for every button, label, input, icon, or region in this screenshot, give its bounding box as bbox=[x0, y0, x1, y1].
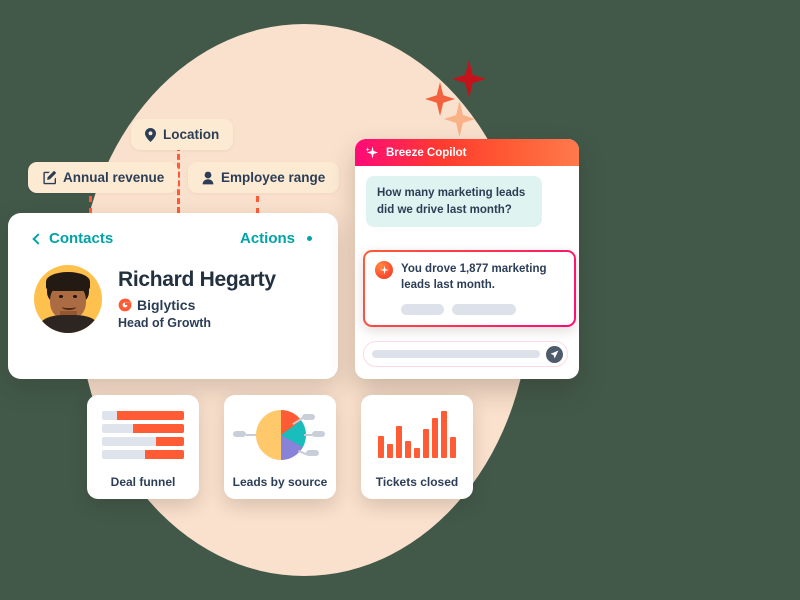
assistant-message-text: You drove 1,877 marketing leads last mon… bbox=[401, 263, 547, 292]
leads-pie-chart bbox=[224, 395, 336, 475]
actions-label: Actions bbox=[239, 230, 295, 247]
user-icon bbox=[202, 171, 214, 184]
map-pin-icon bbox=[145, 127, 156, 142]
tag-label: Employee range bbox=[221, 170, 326, 185]
biglytics-logo-icon bbox=[118, 298, 132, 312]
actions-menu[interactable]: Actions bbox=[240, 230, 312, 247]
copilot-title: Breeze Copilot bbox=[386, 146, 467, 159]
breeze-spark-icon bbox=[375, 261, 393, 279]
metric-card-label: Leads by source bbox=[232, 475, 328, 489]
chevron-left-icon bbox=[32, 232, 44, 245]
funnel-bar bbox=[102, 424, 184, 433]
connector-line-employee bbox=[256, 196, 259, 214]
pie-label bbox=[302, 414, 315, 420]
contact-name: Richard Hegarty bbox=[118, 268, 276, 291]
copilot-header: Breeze Copilot bbox=[355, 139, 579, 166]
tag-location[interactable]: Location bbox=[131, 119, 234, 150]
more-dot-icon[interactable] bbox=[307, 236, 312, 241]
tag-label: Location bbox=[163, 127, 220, 142]
back-label: Contacts bbox=[49, 230, 114, 247]
funnel-bar bbox=[102, 450, 184, 459]
assistant-message-bubble: You drove 1,877 marketing leads last mon… bbox=[363, 250, 576, 327]
bar bbox=[432, 418, 438, 458]
avatar bbox=[34, 265, 102, 333]
search-input[interactable] bbox=[372, 350, 540, 358]
send-icon[interactable] bbox=[546, 345, 563, 363]
pie-label bbox=[306, 450, 319, 456]
tag-label: Annual revenue bbox=[63, 170, 165, 185]
contact-summary: Richard Hegarty Biglytics Head of Growth bbox=[30, 265, 316, 333]
suggestion-chip[interactable] bbox=[452, 303, 516, 315]
pie-label bbox=[312, 431, 325, 437]
contact-card-toolbar: Contacts Actions bbox=[30, 230, 316, 247]
connector-line-revenue bbox=[89, 196, 92, 214]
pie-leader-line bbox=[246, 434, 256, 436]
edit-square-icon bbox=[43, 170, 56, 184]
company-label: Biglytics bbox=[137, 297, 196, 313]
user-message-bubble: How many marketing leads did we drive la… bbox=[366, 176, 542, 228]
bar bbox=[405, 441, 411, 458]
contact-details: Richard Hegarty Biglytics Head of Growth bbox=[118, 268, 276, 330]
bar bbox=[450, 437, 456, 458]
bar bbox=[378, 436, 384, 458]
suggestion-chip[interactable] bbox=[401, 303, 444, 315]
breeze-copilot-panel: Breeze Copilot How many marketing leads … bbox=[355, 139, 579, 379]
contact-card: Contacts Actions Richard Hegarty Biglyti… bbox=[8, 213, 338, 379]
illustration-stage: Location Annual revenue Employee range C… bbox=[0, 0, 800, 600]
tickets-bar-chart bbox=[361, 395, 473, 475]
bar bbox=[414, 448, 420, 458]
tag-employee-range[interactable]: Employee range bbox=[188, 162, 340, 193]
metric-card-leads-by-source[interactable]: Leads by source bbox=[224, 395, 336, 499]
metric-card-label: Deal funnel bbox=[110, 475, 176, 489]
suggestion-chips bbox=[375, 303, 564, 315]
metric-card-tickets-closed[interactable]: Tickets closed bbox=[361, 395, 473, 499]
copilot-input[interactable] bbox=[363, 341, 568, 367]
funnel-bar bbox=[102, 437, 184, 446]
sparkle-icon bbox=[452, 60, 486, 98]
pie-label bbox=[233, 431, 246, 437]
bar bbox=[396, 426, 402, 458]
bar bbox=[387, 444, 393, 458]
contact-job-title: Head of Growth bbox=[118, 316, 212, 330]
metric-card-deal-funnel[interactable]: Deal funnel bbox=[87, 395, 199, 499]
copilot-conversation: How many marketing leads did we drive la… bbox=[355, 166, 579, 379]
bar bbox=[423, 429, 429, 458]
contact-company: Biglytics bbox=[118, 297, 276, 313]
back-to-contacts-link[interactable]: Contacts bbox=[32, 230, 114, 247]
pie-slices bbox=[256, 410, 306, 460]
deal-funnel-chart bbox=[87, 395, 199, 475]
bar bbox=[441, 411, 447, 458]
metric-card-label: Tickets closed bbox=[375, 475, 459, 489]
funnel-bar bbox=[102, 411, 184, 420]
sparkle-icon bbox=[366, 146, 378, 159]
tag-annual-revenue[interactable]: Annual revenue bbox=[28, 162, 179, 193]
